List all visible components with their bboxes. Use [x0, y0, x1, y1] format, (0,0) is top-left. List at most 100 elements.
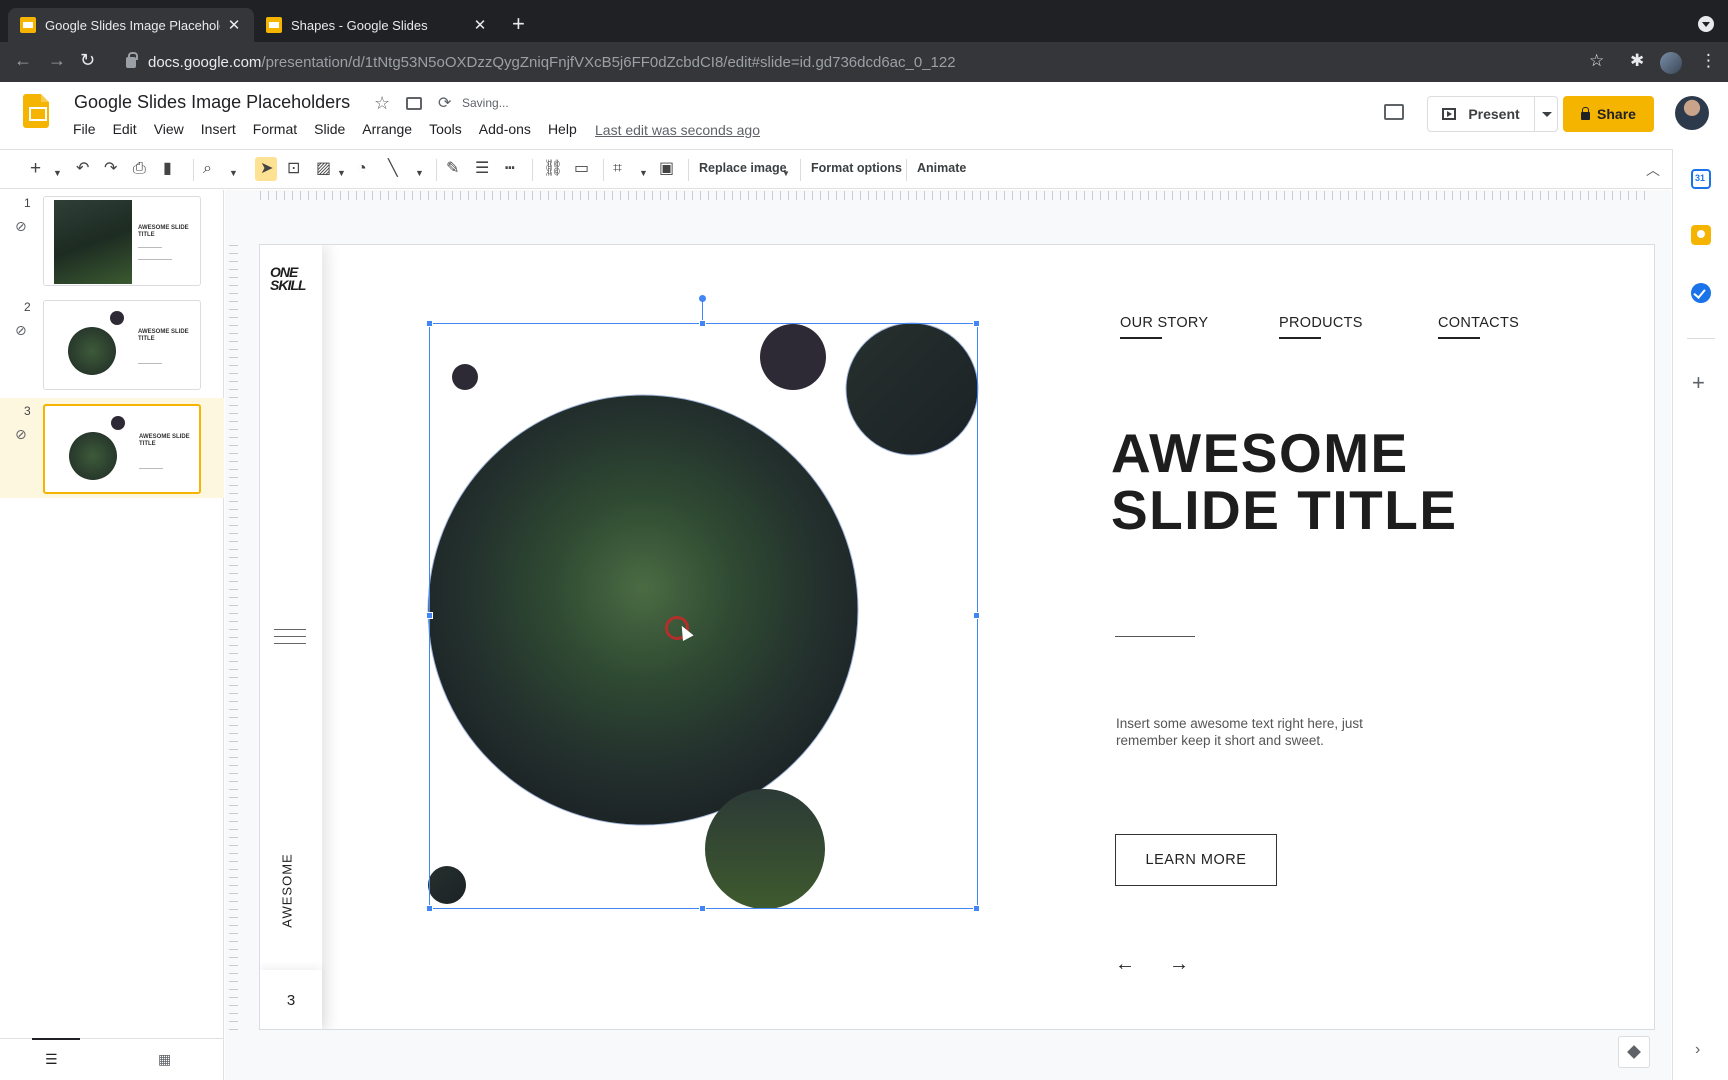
dark-circle-medium[interactable]	[760, 324, 826, 390]
browser-tab[interactable]: Shapes - Google Slides ✕	[254, 8, 500, 42]
present-dropdown-button[interactable]	[1534, 96, 1558, 132]
user-avatar[interactable]	[1675, 96, 1709, 130]
get-addons-plus-icon[interactable]: +	[1692, 370, 1705, 396]
forward-arrow-icon[interactable]: →	[48, 50, 66, 71]
slide-title[interactable]: AWESOME SLIDE TITLE	[1111, 425, 1458, 539]
comment-history-icon[interactable]	[1384, 104, 1404, 120]
tasks-icon[interactable]	[1691, 283, 1711, 303]
resize-handle-bottom[interactable]	[699, 905, 706, 912]
menu-addons[interactable]: Add-ons	[479, 121, 531, 137]
filmstrip-slide[interactable]: 1 ⊘ AWESOME SLIDE TITLE	[0, 190, 224, 290]
slide-thumbnail[interactable]: AWESOME SLIDE TITLE	[43, 300, 201, 390]
learn-more-button[interactable]: LEARN MORE	[1115, 834, 1277, 886]
arrow-left-icon[interactable]: ←	[1115, 953, 1135, 976]
image-dropdown-icon[interactable]: ▼	[337, 164, 346, 182]
vertical-ruler[interactable]	[229, 245, 238, 1030]
url-field[interactable]: docs.google.com/presentation/d/1tNtg53N5…	[126, 48, 1586, 76]
back-arrow-icon[interactable]: ←	[14, 50, 32, 71]
menu-view[interactable]: View	[154, 121, 184, 137]
tab-search-icon[interactable]	[1698, 16, 1714, 32]
expand-panel-chevron-icon[interactable]: ›	[1695, 1041, 1700, 1059]
resize-handle-bottom-right[interactable]	[973, 905, 980, 912]
close-tab-icon[interactable]: ✕	[226, 16, 242, 34]
body-text[interactable]: Insert some awesome text right here, jus…	[1116, 715, 1426, 749]
replace-image-button[interactable]: Replace image	[699, 161, 787, 175]
title-divider[interactable]	[1115, 636, 1195, 637]
menu-help[interactable]: Help	[548, 121, 577, 137]
filmstrip-slide-selected[interactable]: 3 ⊘ AWESOME SLIDE TITLE	[0, 398, 224, 498]
new-tab-icon[interactable]: +	[512, 13, 525, 35]
menu-slide[interactable]: Slide	[314, 121, 345, 137]
link-icon[interactable]: ⛓	[543, 160, 563, 178]
paint-format-icon[interactable]: ▮	[163, 160, 172, 178]
move-folder-icon[interactable]	[406, 97, 422, 110]
crop-icon[interactable]: ⌗	[613, 160, 622, 178]
star-icon[interactable]: ☆	[374, 93, 390, 114]
collapse-chevron-icon[interactable]: ︿	[1646, 160, 1660, 180]
large-forest-circle-image[interactable]	[427, 394, 859, 826]
chrome-profile-avatar[interactable]	[1660, 52, 1682, 74]
reload-icon[interactable]: ↻	[80, 50, 95, 71]
slides-logo-icon[interactable]	[23, 94, 49, 128]
present-button[interactable]: Present	[1427, 96, 1535, 132]
bookmark-star-icon[interactable]: ☆	[1589, 51, 1604, 71]
image-icon[interactable]: ▨	[316, 160, 331, 178]
slide-thumbnail[interactable]: AWESOME SLIDE TITLE	[43, 196, 201, 286]
border-weight-icon[interactable]: ☰	[475, 160, 489, 178]
nav-our-story[interactable]: OUR STORY	[1120, 315, 1208, 339]
nav-contacts[interactable]: CONTACTS	[1438, 315, 1519, 339]
small-forest-circle-image[interactable]	[428, 866, 466, 904]
add-comment-icon[interactable]: ▭	[574, 160, 589, 178]
zoom-icon[interactable]: ⌕	[203, 160, 212, 178]
browser-tab-active[interactable]: Google Slides Image Placeholo ✕	[8, 8, 254, 42]
zoom-dropdown-icon[interactable]: ▼	[229, 164, 238, 182]
resize-handle-top-left[interactable]	[426, 320, 433, 327]
menu-arrange[interactable]: Arrange	[362, 121, 412, 137]
resize-handle-top-right[interactable]	[973, 320, 980, 327]
menu-file[interactable]: File	[73, 121, 96, 137]
new-slide-icon[interactable]: +	[30, 159, 41, 178]
nav-products[interactable]: PRODUCTS	[1279, 315, 1363, 339]
format-options-button[interactable]: Format options	[811, 161, 902, 175]
dark-circle-small[interactable]	[452, 364, 478, 390]
horizontal-ruler[interactable]	[260, 191, 1652, 200]
undo-icon[interactable]: ↶	[76, 160, 89, 178]
resize-handle-top[interactable]	[699, 320, 706, 327]
reset-image-icon[interactable]: ▣	[659, 160, 674, 178]
calendar-icon[interactable]	[1691, 169, 1711, 189]
replace-image-dropdown-icon[interactable]: ▼	[782, 165, 790, 183]
filmstrip-view-icon[interactable]: ☰	[45, 1051, 58, 1068]
filmstrip-slide[interactable]: 2 ⊘ AWESOME SLIDE TITLE	[0, 294, 224, 394]
top-right-forest-circle-image[interactable]	[845, 322, 979, 456]
menu-edit[interactable]: Edit	[113, 121, 137, 137]
arrow-right-icon[interactable]: →	[1169, 953, 1189, 976]
rotation-handle[interactable]	[699, 295, 706, 302]
print-icon[interactable]: ⎙	[133, 160, 146, 178]
border-dash-icon[interactable]: ┅	[505, 160, 515, 178]
resize-handle-right[interactable]	[973, 612, 980, 619]
extensions-icon[interactable]: ✱	[1630, 51, 1644, 71]
close-tab-icon[interactable]: ✕	[472, 16, 488, 34]
last-edit-link[interactable]: Last edit was seconds ago	[595, 122, 760, 138]
resize-handle-bottom-left[interactable]	[426, 905, 433, 912]
menu-format[interactable]: Format	[253, 121, 297, 137]
shape-icon[interactable]: ◔	[357, 160, 367, 178]
document-title[interactable]: Google Slides Image Placeholders	[74, 92, 350, 113]
slide-page[interactable]: ONE SKILL AWESOME 3 OUR STORY PRODUCTS C…	[259, 244, 1655, 1030]
share-button[interactable]: Share	[1563, 96, 1654, 132]
resize-handle-left[interactable]	[426, 612, 433, 619]
chrome-menu-icon[interactable]: ⋮	[1700, 51, 1717, 71]
bottom-forest-circle-image[interactable]	[705, 789, 825, 909]
animate-button[interactable]: Animate	[917, 161, 966, 175]
menu-tools[interactable]: Tools	[429, 121, 462, 137]
menu-insert[interactable]: Insert	[201, 121, 236, 137]
redo-icon[interactable]: ↷	[104, 160, 117, 178]
line-icon[interactable]: ╲	[388, 160, 398, 178]
image-placeholder-group[interactable]	[260, 245, 1655, 1030]
explore-button[interactable]	[1618, 1036, 1650, 1068]
grid-view-icon[interactable]: ▦	[158, 1051, 171, 1068]
new-slide-dropdown-icon[interactable]: ▼	[53, 164, 62, 182]
text-box-icon[interactable]: ⊡	[287, 160, 300, 178]
border-color-icon[interactable]: ✎	[446, 160, 459, 178]
line-dropdown-icon[interactable]: ▼	[415, 164, 424, 182]
